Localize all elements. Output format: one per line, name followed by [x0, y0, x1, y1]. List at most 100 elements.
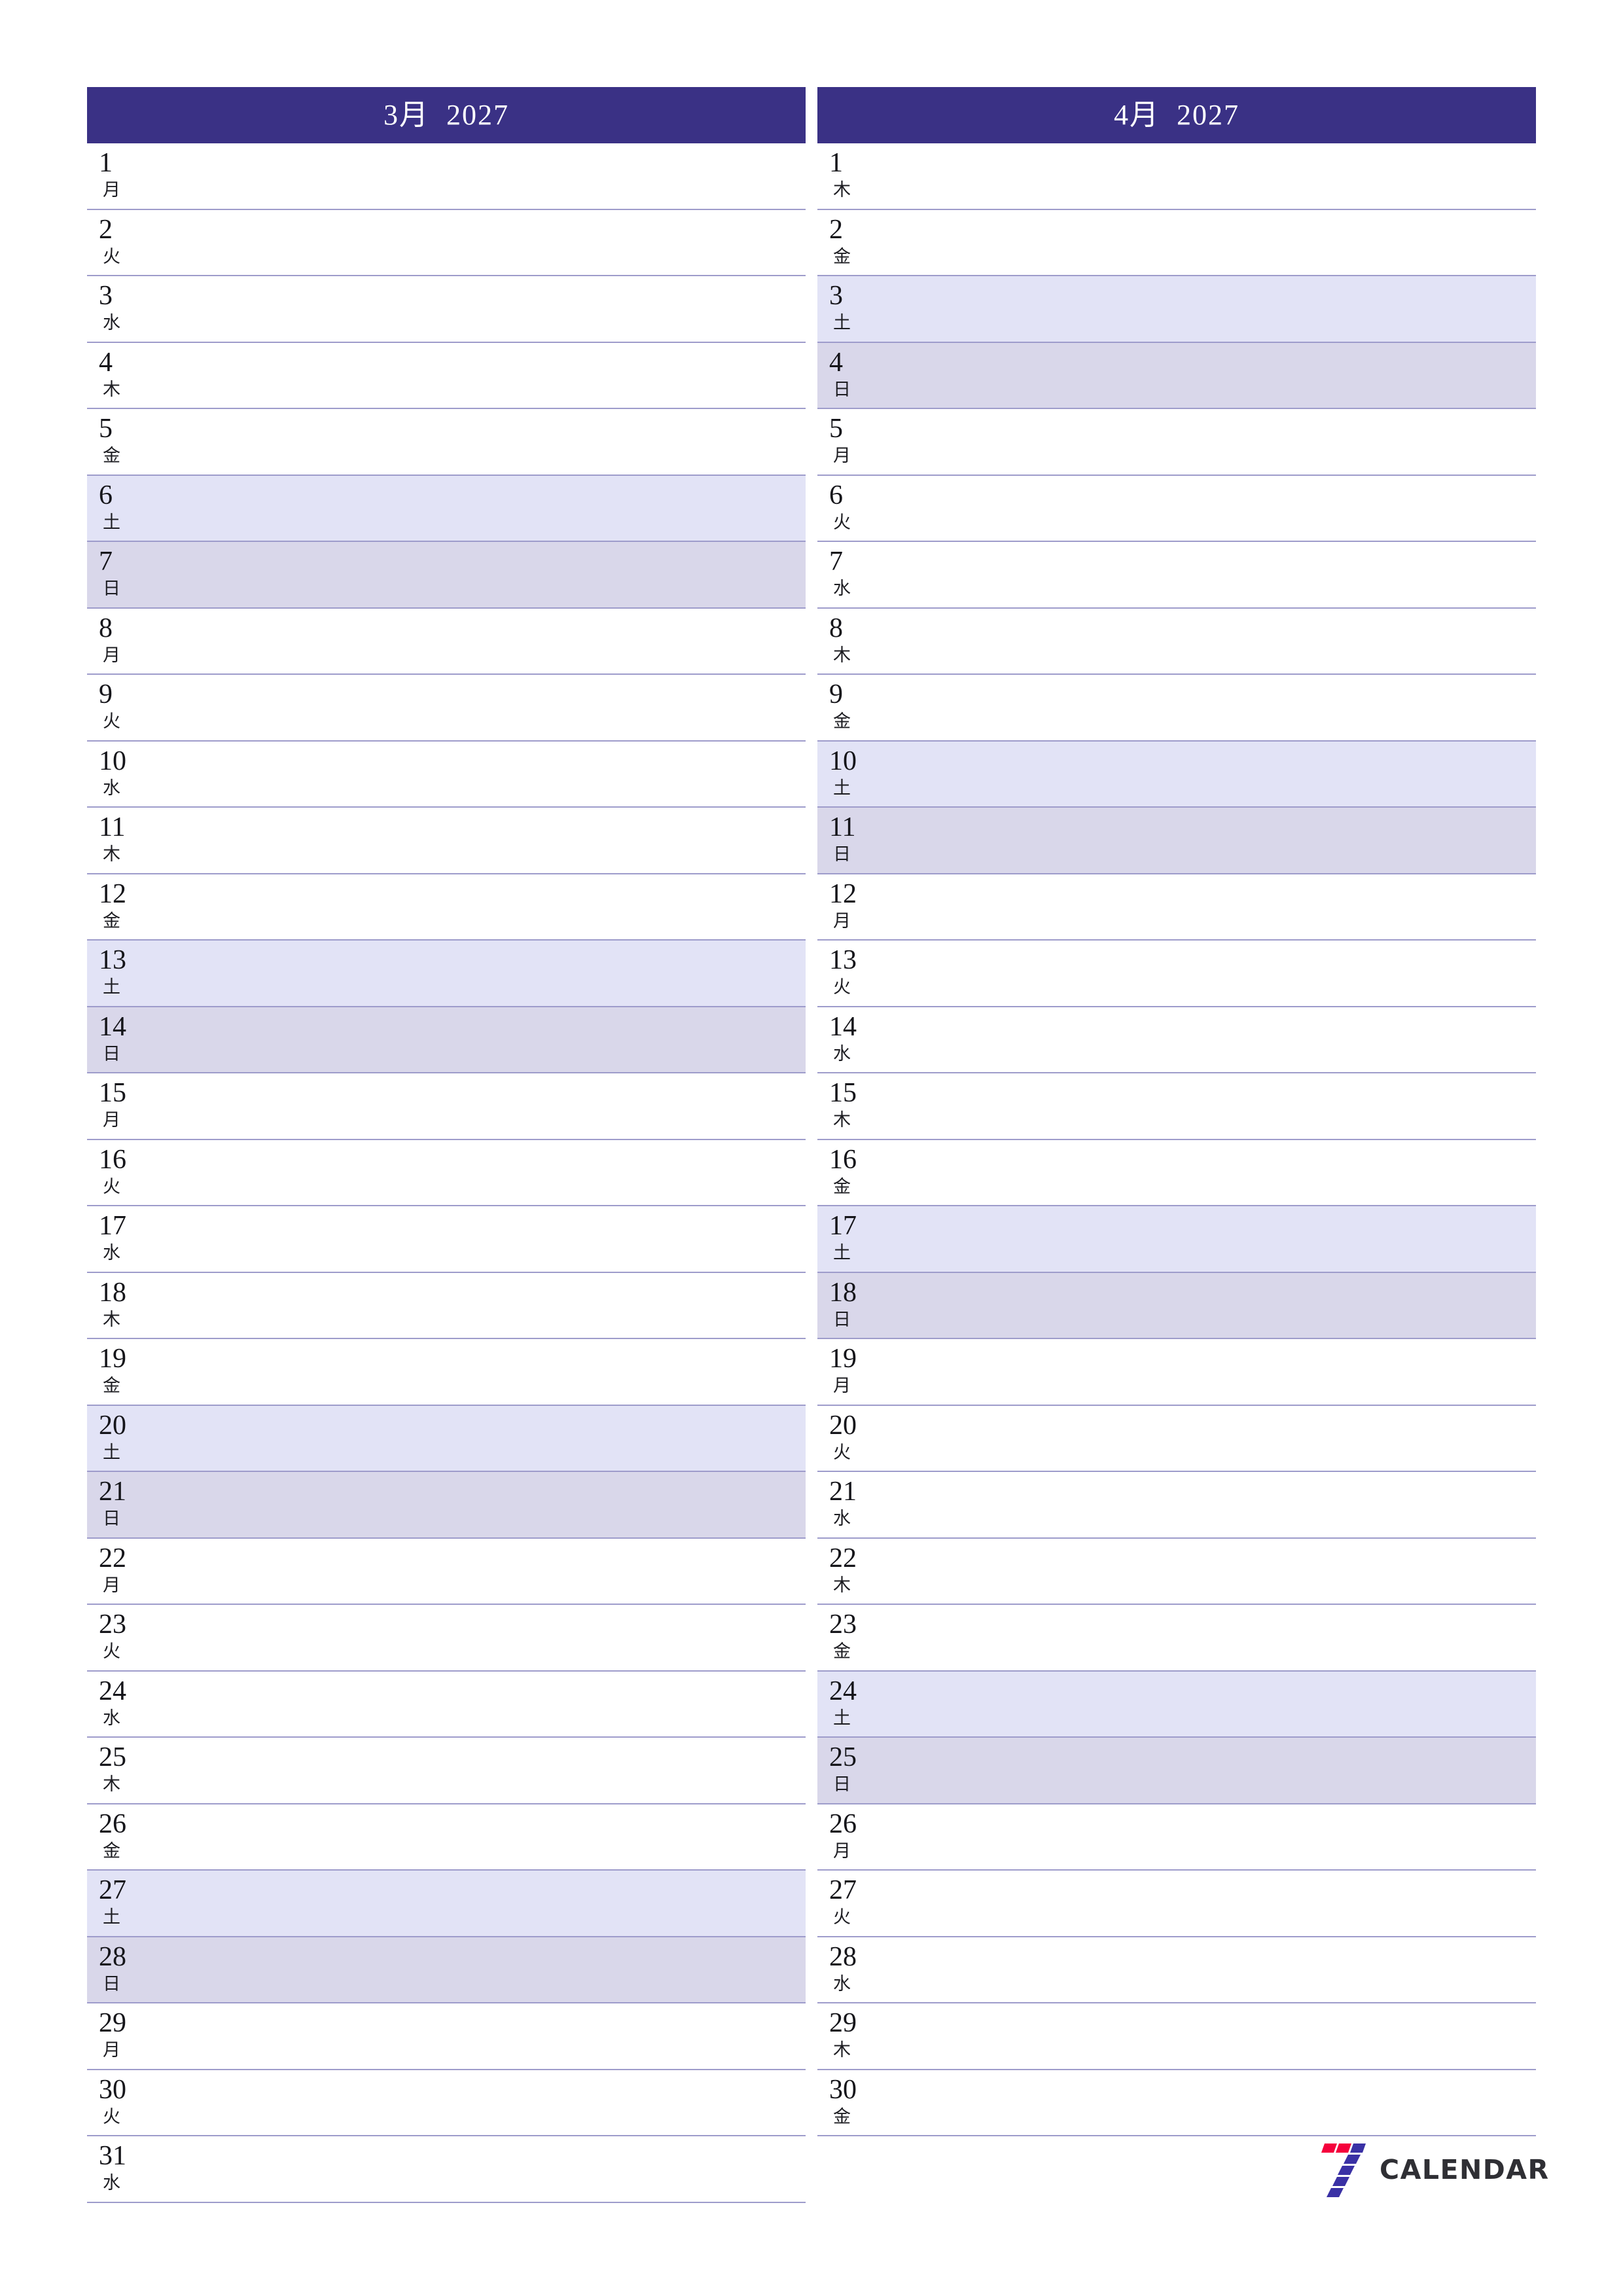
- day-row[interactable]: 30 火: [87, 2070, 806, 2136]
- day-row[interactable]: 7水: [817, 542, 1536, 609]
- day-number: 15: [99, 1078, 126, 1108]
- day-row[interactable]: 1月: [87, 143, 806, 210]
- day-row[interactable]: 14 水: [817, 1007, 1536, 1073]
- day-rows: 1 木 2 金 3 土 4 日 5 月 6 火 7 水 8 木 9 金 10 土 11 日 12 月 13 火 14 水 15 木 16 金 1…: [817, 143, 1536, 2136]
- day-number: 20: [99, 1410, 126, 1441]
- day-weekday: 火: [103, 711, 120, 732]
- day-row[interactable]: 19 月: [817, 1339, 1536, 1406]
- day-row[interactable]: 5金: [87, 409, 806, 476]
- planner-page: 3月 2027 1 月 2 火 3 水 4 木 5 金 6 土 7 日 8 月 9 火 10 水 11 木 12 金 13 土 14 日…: [0, 0, 1623, 2296]
- day-row[interactable]: 13 土: [87, 941, 806, 1007]
- day-row[interactable]: 20 火: [817, 1405, 1536, 1472]
- day-row[interactable]: 12 月: [817, 874, 1536, 941]
- day-row[interactable]: 1木: [817, 143, 1536, 210]
- day-row[interactable]: 25 木: [87, 1738, 806, 1804]
- seven-logo-icon: [1315, 2142, 1370, 2198]
- day-weekday: 金: [833, 2106, 851, 2127]
- day-row[interactable]: 6土: [87, 475, 806, 542]
- day-row[interactable]: 8木: [817, 608, 1536, 675]
- day-row[interactable]: 11 日: [817, 808, 1536, 874]
- month-column: 3月 2027 1 月 2 火 3 水 4 木 5 金 6 土 7 日 8 月 9 火 10 水 11 木 12 金 13 土 14 日…: [87, 87, 806, 2203]
- day-row[interactable]: 27 火: [817, 1871, 1536, 1937]
- day-weekday: 土: [103, 1442, 120, 1463]
- day-row[interactable]: 16 火: [87, 1139, 806, 1206]
- day-weekday: 月: [833, 446, 851, 466]
- day-weekday: 水: [103, 778, 120, 798]
- day-row[interactable]: 4木: [87, 342, 806, 409]
- day-row[interactable]: 22 木: [817, 1538, 1536, 1605]
- day-row[interactable]: 5月: [817, 409, 1536, 476]
- day-weekday: 月: [103, 180, 120, 200]
- day-row[interactable]: 28 水: [817, 1937, 1536, 2003]
- day-row[interactable]: 24 土: [817, 1671, 1536, 1738]
- day-row[interactable]: 28 日: [87, 1937, 806, 2003]
- day-row[interactable]: 3土: [817, 276, 1536, 343]
- day-number: 14: [99, 1011, 126, 1042]
- day-row[interactable]: 20 土: [87, 1405, 806, 1472]
- day-number: 13: [99, 945, 126, 975]
- month-title: 3月 2027: [383, 99, 509, 131]
- day-row[interactable]: 31 水: [87, 2136, 806, 2203]
- day-row[interactable]: 10 土: [817, 741, 1536, 808]
- day-row[interactable]: 23 火: [87, 1605, 806, 1672]
- day-row[interactable]: 21 日: [87, 1472, 806, 1539]
- day-row[interactable]: 29 木: [817, 2003, 1536, 2070]
- day-row[interactable]: 3水: [87, 276, 806, 343]
- day-number: 3: [829, 281, 843, 311]
- day-row[interactable]: 23 金: [817, 1605, 1536, 1672]
- day-weekday: 火: [833, 1907, 851, 1928]
- day-row[interactable]: 19 金: [87, 1339, 806, 1406]
- day-weekday: 土: [103, 977, 120, 997]
- day-row[interactable]: 10 水: [87, 741, 806, 808]
- day-row[interactable]: 22 月: [87, 1538, 806, 1605]
- day-row[interactable]: 13 火: [817, 941, 1536, 1007]
- day-number: 8: [99, 613, 113, 643]
- day-number: 21: [99, 1477, 126, 1507]
- day-row[interactable]: 29 月: [87, 2003, 806, 2070]
- day-row[interactable]: 18 木: [87, 1272, 806, 1339]
- day-row[interactable]: 15 木: [817, 1073, 1536, 1140]
- day-row[interactable]: 14 日: [87, 1007, 806, 1073]
- day-row[interactable]: 26 金: [87, 1804, 806, 1871]
- day-weekday: 月: [103, 1110, 120, 1130]
- day-weekday: 火: [103, 246, 120, 267]
- day-number: 10: [829, 745, 857, 776]
- day-row[interactable]: 21 水: [817, 1472, 1536, 1539]
- day-row[interactable]: 7日: [87, 542, 806, 609]
- day-weekday: 火: [103, 1641, 120, 1662]
- day-row[interactable]: 9金: [817, 675, 1536, 742]
- day-row[interactable]: 6火: [817, 475, 1536, 542]
- day-weekday: 土: [833, 778, 851, 798]
- day-row[interactable]: 17 土: [817, 1206, 1536, 1273]
- day-row[interactable]: 17 水: [87, 1206, 806, 1273]
- day-row[interactable]: 12 金: [87, 874, 806, 941]
- day-weekday: 月: [103, 1575, 120, 1596]
- day-row[interactable]: 2火: [87, 209, 806, 276]
- day-row[interactable]: 9火: [87, 675, 806, 742]
- day-number: 6: [829, 480, 843, 511]
- day-weekday: 日: [833, 1309, 851, 1330]
- day-row[interactable]: 25 日: [817, 1738, 1536, 1804]
- logo-wordmark: CALENDAR: [1380, 2153, 1550, 2185]
- day-row[interactable]: 27 土: [87, 1871, 806, 1937]
- day-weekday: 日: [103, 1043, 120, 1064]
- day-row[interactable]: 18 日: [817, 1272, 1536, 1339]
- day-row[interactable]: 30 金: [817, 2070, 1536, 2136]
- day-weekday: 木: [833, 1110, 851, 1130]
- footer-logo: CALENDAR: [1315, 2142, 1550, 2198]
- day-weekday: 水: [833, 1509, 851, 1529]
- day-row[interactable]: 11 木: [87, 808, 806, 874]
- day-row[interactable]: 26 月: [817, 1804, 1536, 1871]
- day-row[interactable]: 4日: [817, 342, 1536, 409]
- day-number: 9: [99, 679, 113, 709]
- day-row[interactable]: 16 金: [817, 1139, 1536, 1206]
- day-weekday: 火: [833, 512, 851, 533]
- day-row[interactable]: 24 水: [87, 1671, 806, 1738]
- day-row[interactable]: 8月: [87, 608, 806, 675]
- day-number: 28: [99, 1941, 126, 1972]
- day-weekday: 水: [103, 1243, 120, 1263]
- day-number: 27: [829, 1875, 857, 1905]
- day-row[interactable]: 15 月: [87, 1073, 806, 1140]
- day-weekday: 月: [833, 1376, 851, 1396]
- day-row[interactable]: 2金: [817, 209, 1536, 276]
